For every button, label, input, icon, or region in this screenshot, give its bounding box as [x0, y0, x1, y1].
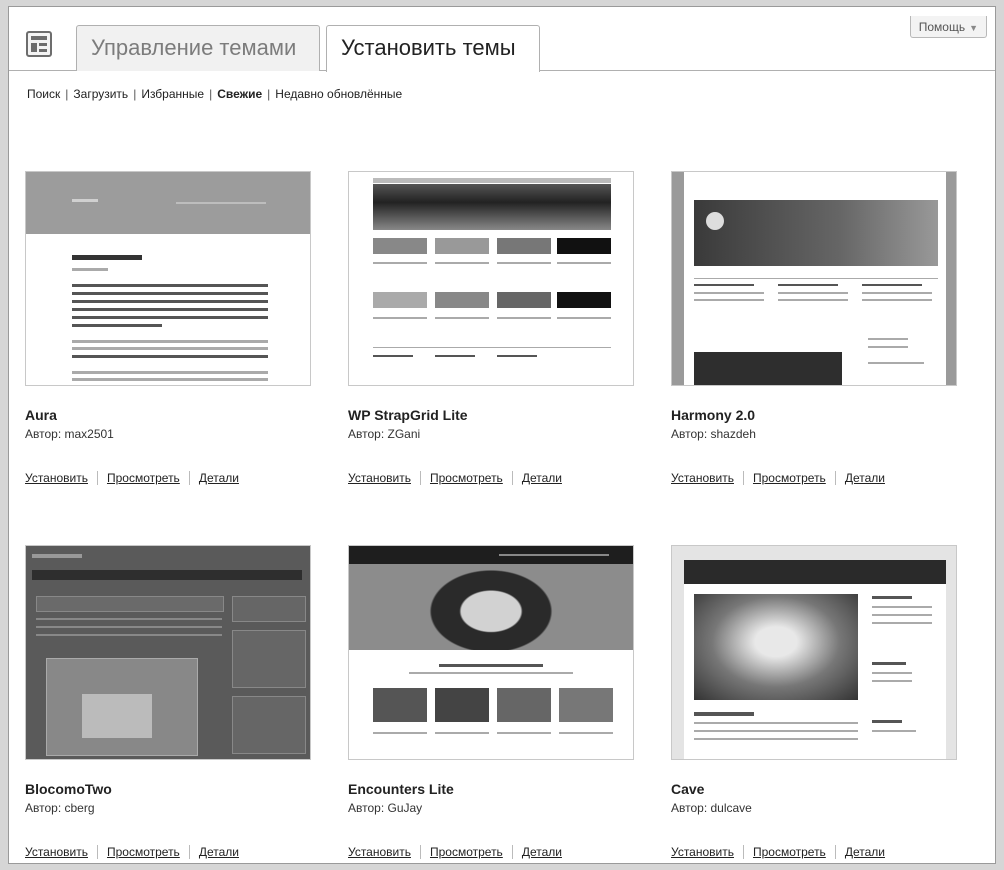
install-link[interactable]: Установить [348, 845, 411, 859]
action-separator [96, 471, 98, 485]
theme-name: Encounters Lite [348, 781, 454, 797]
install-link[interactable]: Установить [348, 471, 411, 485]
action-separator [188, 471, 190, 485]
theme-author: Автор: GuJay [348, 801, 423, 815]
subnav-separator: | [267, 87, 271, 101]
action-separator [96, 845, 98, 859]
theme-screenshot[interactable] [348, 545, 634, 760]
theme-screenshot[interactable] [25, 171, 311, 386]
subnav-separator: | [133, 87, 137, 101]
action-separator [419, 845, 421, 859]
theme-author: Автор: cberg [25, 801, 95, 815]
help-label: Помощь [918, 20, 966, 34]
chevron-down-icon: ▼ [969, 23, 978, 33]
action-separator [511, 471, 513, 485]
subnav-updated[interactable]: Недавно обновлённые [275, 87, 402, 101]
theme-author: Автор: shazdeh [671, 427, 756, 441]
details-link[interactable]: Детали [522, 845, 562, 859]
subnav-separator: | [65, 87, 69, 101]
details-link[interactable]: Детали [199, 471, 239, 485]
tab-manage-themes[interactable]: Управление темами [76, 25, 320, 71]
help-button[interactable]: Помощь ▼ [909, 16, 987, 38]
details-link[interactable]: Детали [522, 471, 562, 485]
subnav-separator: | [209, 87, 213, 101]
theme-screenshot[interactable] [671, 545, 957, 760]
appearance-icon [26, 31, 52, 57]
install-link[interactable]: Установить [671, 845, 734, 859]
preview-link[interactable]: Просмотреть [430, 471, 503, 485]
preview-link[interactable]: Просмотреть [107, 845, 180, 859]
theme-author: Автор: ZGani [348, 427, 421, 441]
subnav-featured[interactable]: Избранные [141, 87, 204, 101]
theme-name: BlocomoTwo [25, 781, 112, 797]
install-link[interactable]: Установить [671, 471, 734, 485]
tab-install-themes[interactable]: Установить темы [326, 25, 540, 72]
subnav-newest[interactable]: Свежие [217, 87, 262, 101]
details-link[interactable]: Детали [845, 845, 885, 859]
action-separator [188, 845, 190, 859]
action-separator [742, 845, 744, 859]
theme-actions: Установить Просмотреть Детали [671, 845, 885, 859]
theme-actions: Установить Просмотреть Детали [671, 471, 885, 485]
theme-screenshot[interactable] [25, 545, 311, 760]
preview-link[interactable]: Просмотреть [753, 471, 826, 485]
tab-bar: Управление темами Установить темы [9, 7, 995, 72]
install-link[interactable]: Установить [25, 845, 88, 859]
action-separator [834, 471, 836, 485]
theme-author: Автор: dulcave [671, 801, 752, 815]
preview-link[interactable]: Просмотреть [107, 471, 180, 485]
theme-actions: Установить Просмотреть Детали [25, 471, 239, 485]
action-separator [511, 845, 513, 859]
preview-link[interactable]: Просмотреть [753, 845, 826, 859]
theme-name: Aura [25, 407, 57, 423]
theme-actions: Установить Просмотреть Детали [25, 845, 239, 859]
install-link[interactable]: Установить [25, 471, 88, 485]
subnav-upload[interactable]: Загрузить [73, 87, 128, 101]
theme-screenshot[interactable] [671, 171, 957, 386]
preview-link[interactable]: Просмотреть [430, 845, 503, 859]
theme-name: Harmony 2.0 [671, 407, 756, 423]
action-separator [742, 471, 744, 485]
subnav-search[interactable]: Поиск [27, 87, 60, 101]
theme-actions: Установить Просмотреть Детали [348, 471, 562, 485]
action-separator [419, 471, 421, 485]
theme-actions: Установить Просмотреть Детали [348, 845, 562, 859]
details-link[interactable]: Детали [845, 471, 885, 485]
install-subnav: Поиск | Загрузить | Избранные | Свежие | Недавно… [26, 87, 403, 101]
action-separator [834, 845, 836, 859]
theme-name: Cave [671, 781, 705, 797]
details-link[interactable]: Детали [199, 845, 239, 859]
theme-name: WP StrapGrid Lite [348, 407, 468, 423]
theme-author: Автор: max2501 [25, 427, 114, 441]
theme-screenshot[interactable] [348, 171, 634, 386]
themes-page: Управление темами Установить темы Помощь… [8, 6, 996, 864]
